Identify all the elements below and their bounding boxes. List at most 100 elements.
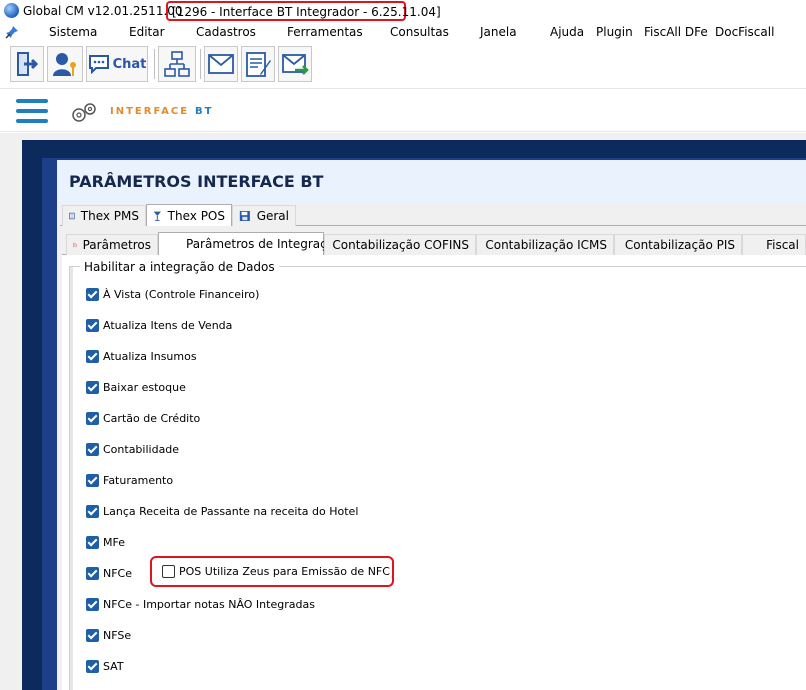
gears-icon: [72, 103, 96, 122]
menu-fiscall-dfe[interactable]: FiscAll DFe: [644, 25, 708, 39]
tab-label: Thex POS: [167, 208, 225, 223]
exit-icon: [17, 52, 39, 76]
subtab-contabilizacao-icms[interactable]: Contabilização ICMS: [476, 234, 614, 255]
subtab-label: Contabilização COFINS: [332, 238, 469, 252]
subtab-fiscal[interactable]: Fiscal: [742, 234, 806, 255]
option-faturamento[interactable]: Faturamento: [86, 472, 173, 488]
menu-ajuda[interactable]: Ajuda: [550, 25, 584, 39]
tab-thex-pos[interactable]: Thex POS: [146, 204, 232, 226]
module-title: [1296 - Interface BT Integrador - 6.25.1…: [172, 5, 441, 19]
option-nfce[interactable]: NFCe: [86, 565, 132, 581]
option-atualiza-itens[interactable]: Atualiza Itens de Venda: [86, 317, 232, 333]
pin-icon[interactable]: [5, 25, 19, 39]
document-icon: [73, 243, 77, 247]
org-chart-icon: [164, 51, 190, 77]
menu-janela[interactable]: Janela: [480, 25, 517, 39]
menu-bar: Sistema Editar Cadastros Ferramentas Con…: [0, 22, 806, 42]
checkbox[interactable]: [86, 380, 99, 394]
checkbox[interactable]: [86, 659, 99, 673]
document-pen-button[interactable]: [241, 46, 275, 82]
subtab-label: Fiscal: [766, 238, 799, 252]
subtab-label: Contabilização PIS: [624, 238, 735, 252]
org-chart-button[interactable]: [158, 46, 196, 82]
subtab-label: Parâmetros: [82, 238, 151, 252]
option-label: Contabilidade: [103, 442, 180, 456]
option-sat[interactable]: SAT: [86, 658, 124, 674]
checkbox[interactable]: [86, 318, 99, 332]
subtab-contabilizacao-pis[interactable]: Contabilização PIS: [614, 234, 742, 255]
option-label: NFCe - Importar notas NÂO Integradas: [103, 597, 315, 611]
option-nfce-importar[interactable]: NFCe - Importar notas NÂO Integradas: [86, 596, 315, 612]
menu-editar[interactable]: Editar: [129, 25, 165, 39]
mail-forward-button[interactable]: [278, 46, 312, 82]
option-baixar-estoque[interactable]: Baixar estoque: [86, 379, 186, 395]
module-title-highlight: [1296 - Interface BT Integrador - 6.25.1…: [166, 1, 441, 21]
checkbox[interactable]: [86, 349, 99, 363]
subtab-contabilizacao-cofins[interactable]: Contabilização COFINS: [324, 234, 476, 255]
page-title: PARÂMETROS INTERFACE BT: [69, 172, 324, 191]
option-contabilidade[interactable]: Contabilidade: [86, 441, 179, 457]
menu-plugin[interactable]: Plugin: [596, 25, 633, 39]
checkbox[interactable]: [86, 597, 99, 611]
option-label: Lança Receita de Passante na receita do …: [103, 504, 359, 518]
option-label: MFe: [103, 535, 125, 549]
option-cartao-credito[interactable]: Cartão de Crédito: [86, 410, 200, 426]
toolbar: Chat: [0, 43, 806, 85]
subtab-parametros-integracao[interactable]: Parâmetros de Integração: [158, 232, 341, 255]
title-bar: Global CM v12.01.2511.00 [1296 - Interfa…: [0, 0, 806, 22]
group-legend: Habilitar a integração de Dados: [80, 260, 279, 274]
tab-label: Geral: [256, 209, 289, 223]
menu-cadastros[interactable]: Cadastros: [196, 25, 256, 39]
mail-icon: [208, 54, 234, 74]
checkbox[interactable]: [86, 287, 99, 301]
subtab-label: Contabilização ICMS: [485, 238, 607, 252]
option-label: Atualiza Insumos: [103, 349, 197, 363]
checkbox[interactable]: [86, 535, 99, 549]
exit-button[interactable]: [10, 46, 44, 82]
hamburger-menu-icon[interactable]: [16, 99, 48, 125]
option-nfse[interactable]: NFSe: [86, 627, 131, 643]
option-label: NFCe: [103, 566, 133, 580]
cocktail-icon: [153, 211, 161, 221]
option-label: Faturamento: [103, 473, 174, 487]
chat-icon: [88, 55, 109, 74]
checkbox[interactable]: [86, 504, 99, 518]
app-globe-icon: [4, 3, 19, 18]
app-header: INTERFACE BT: [0, 88, 806, 132]
chat-button[interactable]: Chat: [86, 46, 148, 82]
option-a-vista[interactable]: À Vista (Controle Financeiro): [86, 286, 259, 302]
checkbox[interactable]: [162, 565, 175, 578]
brand-logo: INTERFACE BT: [110, 106, 214, 117]
mail-button[interactable]: [204, 46, 238, 82]
toolbar-separator: [154, 49, 155, 79]
option-pos-utiliza-zeus[interactable]: POS Utiliza Zeus para Emissão de NFC: [162, 565, 390, 578]
tab-thex-pms[interactable]: Thex PMS: [62, 205, 146, 226]
option-atualiza-insumos[interactable]: Atualiza Insumos: [86, 348, 197, 364]
mail-forward-icon: [282, 54, 309, 75]
option-label: Cartão de Crédito: [103, 411, 201, 425]
checkbox[interactable]: [86, 411, 99, 425]
option-mfe[interactable]: MFe: [86, 534, 125, 550]
checkbox[interactable]: [86, 442, 99, 456]
chat-label: Chat: [112, 56, 147, 72]
checkbox[interactable]: [86, 566, 99, 580]
save-icon: [239, 210, 250, 222]
tab-label: Thex PMS: [80, 209, 139, 223]
user-key-button[interactable]: [47, 46, 83, 82]
option-label: NFSe: [103, 628, 132, 642]
menu-consultas[interactable]: Consultas: [390, 25, 449, 39]
menu-docfiscall[interactable]: DocFiscall: [715, 25, 774, 39]
subtab-parametros[interactable]: Parâmetros: [66, 234, 158, 255]
option-lanca-receita[interactable]: Lança Receita de Passante na receita do …: [86, 503, 358, 519]
option-label: SAT: [103, 659, 124, 673]
checkbox[interactable]: [86, 473, 99, 487]
menu-ferramentas[interactable]: Ferramentas: [287, 25, 363, 39]
option-label: À Vista (Controle Financeiro): [103, 287, 260, 301]
checkbox[interactable]: [86, 628, 99, 642]
tab-geral[interactable]: Geral: [232, 205, 296, 226]
option-label: Baixar estoque: [103, 380, 186, 394]
document-pen-icon: [246, 52, 271, 77]
menu-sistema[interactable]: Sistema: [49, 25, 97, 39]
building-icon: [69, 212, 75, 220]
brand-main: INTERFACE: [110, 106, 190, 117]
